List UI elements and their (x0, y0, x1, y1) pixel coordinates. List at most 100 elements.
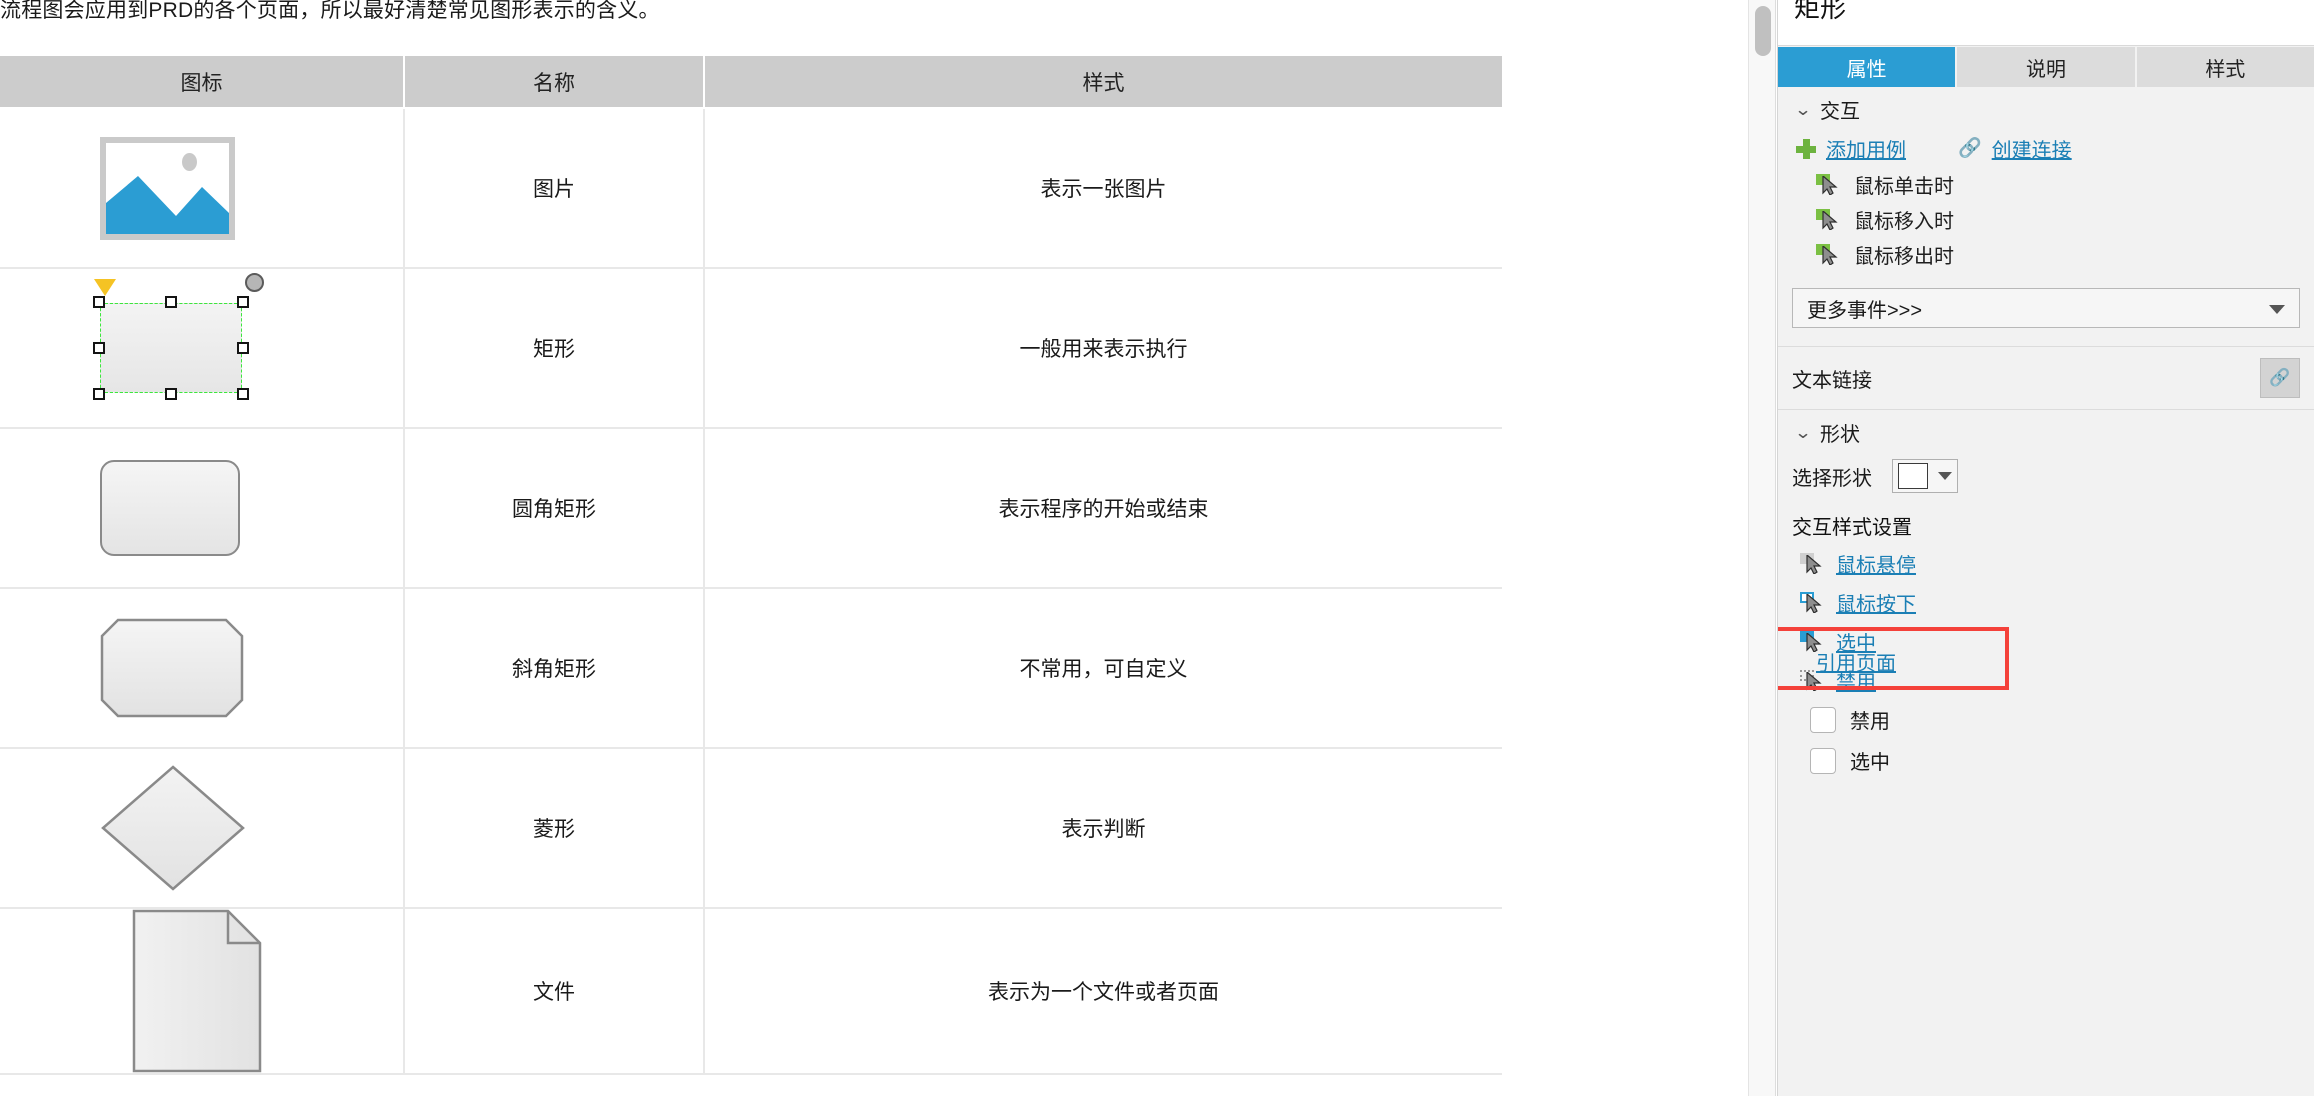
event-item-mouseenter[interactable]: 鼠标移入时 (1778, 202, 2314, 237)
scrollbar-thumb[interactable] (1755, 6, 1771, 56)
interaction-style-title: 交互样式设置 (1792, 517, 1912, 539)
octagon-rectangle-shape (100, 618, 244, 718)
text-link-row: 文本链接 🔗 (1778, 347, 2314, 409)
more-events-dropdown[interactable]: 更多事件>>> (1792, 288, 2300, 328)
event-item-mouseleave[interactable]: 鼠标移出时 (1778, 237, 2314, 272)
shape-style-cell: 表示一张图片 (704, 108, 1502, 269)
diamond-shape (101, 765, 245, 891)
reference-page-link[interactable]: 引用页面 (1816, 647, 1896, 676)
more-events-label: 更多事件>>> (1807, 299, 1923, 322)
resize-handle-bottom-left[interactable] (93, 388, 105, 400)
event-item-label: 鼠标移入时 (1854, 211, 1954, 233)
table-row: 图片 表示一张图片 (0, 108, 1502, 269)
checkbox-label: 禁用 (1850, 711, 1890, 733)
shape-select-dropdown[interactable] (1892, 459, 1958, 493)
shape-name-cell: 矩形 (404, 268, 705, 429)
checkbox-group: 禁用 选中 (1778, 699, 2314, 781)
panel-tabs: 属性 说明 样式 (1778, 47, 2314, 87)
table-header-row: 图标 名称 样式 (0, 56, 1502, 109)
link-chain-icon: 🔗 (2269, 368, 2291, 387)
chevron-down-icon (2269, 305, 2285, 314)
table-row: 斜角矩形 不常用，可自定义 (0, 588, 1502, 749)
text-link-button[interactable]: 🔗 (2260, 358, 2300, 398)
chevron-down-icon: ⌄ (1794, 99, 1812, 119)
cursor-green-icon (1816, 208, 1840, 231)
shape-icon-cell (0, 588, 405, 749)
flowchart-shapes-table: 图标 名称 样式 图片 表示一张图片 矩形 一般用来表示执行 圆角矩形 表示程序… (0, 56, 1502, 1075)
panel-body: ⌄ 交互 添加用例 🔗 创建连接 鼠标单击时 鼠标移入时 鼠标移出时 更多事件>… (1778, 87, 2314, 1096)
vertical-scrollbar[interactable] (1748, 0, 1776, 1096)
checkbox-disabled[interactable] (1810, 706, 1836, 733)
rectangle-selected[interactable] (93, 273, 264, 400)
shape-icon-cell (0, 908, 405, 1075)
screen-root: 流程图会应用到PRD的各个页面，所以最好清楚常见图形表示的含义。 图标 名称 样… (0, 0, 2314, 1096)
picture-mountain-icon (106, 175, 229, 234)
section-header-shape-label: 形状 (1820, 424, 1860, 446)
cursor-hover-icon (1800, 552, 1824, 575)
shape-style-cell: 一般用来表示执行 (704, 268, 1502, 429)
table-row: 矩形 一般用来表示执行 (0, 268, 1502, 429)
shape-icon-cell (0, 428, 405, 589)
shape-icon-cell (0, 748, 405, 909)
chevron-down-icon (1938, 472, 1952, 480)
checkbox-row-selected[interactable]: 选中 (1778, 740, 2314, 781)
resize-handle-top-right[interactable] (237, 296, 249, 308)
style-state-label[interactable]: 鼠标悬停 (1836, 549, 1916, 578)
select-shape-row: 选择形状 (1778, 453, 2314, 499)
properties-panel: 矩形 属性 说明 样式 ⌄ 交互 添加用例 🔗 创建连接 鼠标单击时 鼠标移入时… (1777, 0, 2314, 1096)
create-link-link[interactable]: 创建连接 (1992, 134, 2072, 163)
style-state-hover[interactable]: 鼠标悬停 (1778, 544, 2314, 583)
checkbox-selected[interactable] (1810, 747, 1836, 774)
table-row: 文件 表示为一个文件或者页面 (0, 908, 1502, 1075)
checkbox-row-disabled[interactable]: 禁用 (1778, 699, 2314, 740)
resize-handle-top-left[interactable] (93, 296, 105, 308)
shape-swatch-icon (1898, 463, 1928, 489)
chevron-down-icon: ⌄ (1794, 422, 1812, 442)
rectangle-shape[interactable] (100, 303, 242, 393)
shape-name-cell: 图片 (404, 108, 705, 269)
resize-handle-bottom-right[interactable] (237, 388, 249, 400)
document-shape (132, 909, 262, 1073)
column-header-style: 样式 (704, 56, 1502, 109)
resize-handle-middle-right[interactable] (237, 342, 249, 354)
shape-style-cell: 表示程序的开始或结束 (704, 428, 1502, 589)
event-item-label: 鼠标单击时 (1854, 176, 1954, 198)
shape-name-cell: 斜角矩形 (404, 588, 705, 749)
shape-style-cell: 表示为一个文件或者页面 (704, 908, 1502, 1075)
style-state-label[interactable]: 鼠标按下 (1836, 588, 1916, 617)
checkbox-label: 选中 (1850, 752, 1890, 774)
table-row: 圆角矩形 表示程序的开始或结束 (0, 428, 1502, 589)
column-header-name: 名称 (404, 56, 705, 109)
rotate-handle-icon[interactable] (245, 273, 264, 292)
panel-title: 矩形 (1794, 0, 1847, 23)
shape-style-cell: 不常用，可自定义 (704, 588, 1502, 749)
resize-handle-top-middle[interactable] (165, 296, 177, 308)
resize-handle-bottom-middle[interactable] (165, 388, 177, 400)
shape-name-cell: 菱形 (404, 748, 705, 909)
shape-icon-cell (0, 108, 405, 269)
event-item-label: 鼠标移出时 (1854, 246, 1954, 268)
yellow-marker-icon[interactable] (94, 279, 116, 296)
resize-handle-middle-left[interactable] (93, 342, 105, 354)
section-header-interaction-label: 交互 (1820, 101, 1860, 123)
tab-description[interactable]: 说明 (1957, 47, 2137, 87)
select-shape-label: 选择形状 (1792, 467, 1872, 490)
plus-icon (1796, 138, 1816, 159)
table-row: 菱形 表示判断 (0, 748, 1502, 909)
tab-style[interactable]: 样式 (2136, 47, 2314, 87)
event-item-click[interactable]: 鼠标单击时 (1778, 167, 2314, 202)
interaction-actions-row: 添加用例 🔗 创建连接 (1778, 130, 2314, 167)
shape-name-cell: 文件 (404, 908, 705, 1075)
panel-titlebar: 矩形 (1778, 0, 2314, 46)
cursor-green-icon (1816, 173, 1840, 196)
cursor-mousedown-icon (1800, 591, 1824, 614)
add-case-link[interactable]: 添加用例 (1826, 134, 1906, 163)
style-state-mousedown[interactable]: 鼠标按下 (1778, 583, 2314, 622)
section-header-interaction[interactable]: ⌄ 交互 (1778, 87, 2314, 130)
cursor-green-icon (1816, 243, 1840, 266)
section-header-shape[interactable]: ⌄ 形状 (1778, 410, 2314, 453)
shape-name-cell: 圆角矩形 (404, 428, 705, 589)
picture-icon (100, 136, 235, 240)
shape-style-cell: 表示判断 (704, 748, 1502, 909)
tab-properties[interactable]: 属性 (1778, 47, 1958, 87)
